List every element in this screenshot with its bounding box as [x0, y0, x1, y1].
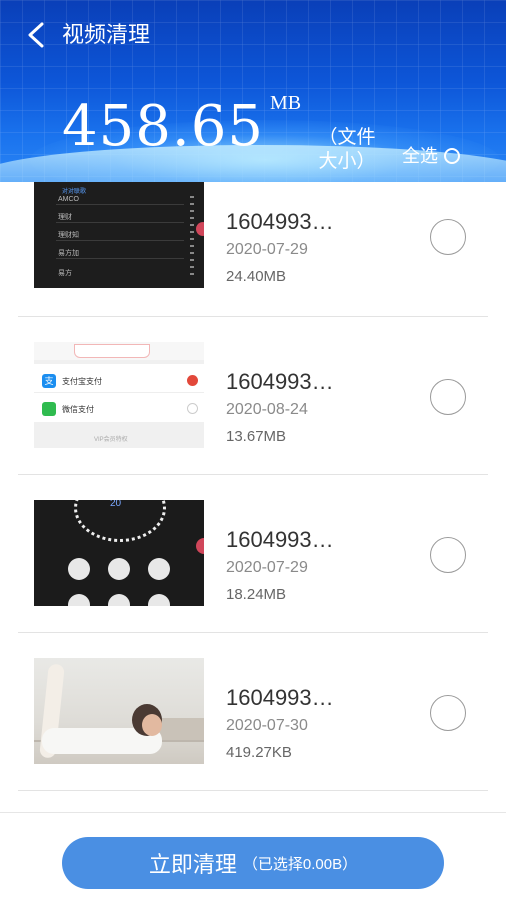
thumb-text: 易方	[58, 270, 72, 277]
thumb-divider	[56, 258, 184, 259]
total-size-value: 458.65	[62, 94, 264, 159]
list-item[interactable]: 支 支付宝支付 微信支付 VIP会员特权 1604993… 2020-08-24…	[18, 316, 488, 475]
item-select-radio[interactable]	[430, 695, 466, 731]
select-all-toggle[interactable]: 全选	[402, 144, 460, 168]
thumb-card	[34, 364, 204, 422]
video-thumbnail[interactable]: 20	[34, 500, 204, 606]
thumb-index-bar	[190, 196, 194, 278]
alipay-icon: 支	[42, 374, 56, 388]
thumb-text: VIP会员特权	[94, 437, 128, 443]
thumb-divider	[56, 240, 184, 241]
thumb-circle	[68, 594, 90, 606]
thumb-circle	[68, 558, 90, 580]
thumb-text: 微信支付	[62, 405, 94, 414]
video-name: 1604993…	[226, 369, 334, 394]
bottom-bar: 立即清理 （已选择0.00B）	[0, 812, 506, 901]
thumb-button	[74, 344, 150, 358]
video-name: 1604993…	[226, 527, 334, 552]
thumb-edge-dot	[196, 538, 204, 554]
thumb-text: 易方加	[58, 250, 79, 257]
thumb-text: AMCO	[58, 196, 79, 203]
item-select-radio[interactable]	[430, 379, 466, 415]
video-thumbnail[interactable]: 支 支付宝支付 微信支付 VIP会员特权	[34, 342, 204, 448]
list-item[interactable]: 1604993… 2020-07-30 419.27KB	[18, 632, 488, 791]
thumb-circle	[108, 558, 130, 580]
video-list[interactable]: 对对联歌 AMCO 理财 理财知 易方加 易方 1604993… 2020-07…	[0, 182, 506, 812]
thumb-divider	[34, 392, 204, 393]
video-size: 24.40MB	[226, 268, 287, 285]
thumb-circle	[148, 558, 170, 580]
video-size: 419.27KB	[226, 744, 292, 761]
list-item[interactable]: 对对联歌 AMCO 理财 理财知 易方加 易方 1604993… 2020-07…	[18, 182, 488, 317]
circle-icon	[187, 403, 198, 414]
thumb-circle	[148, 594, 170, 606]
total-size-label: （文件大小）	[318, 127, 376, 172]
video-size: 13.67MB	[226, 428, 287, 445]
thumb-text: 支付宝支付	[62, 377, 102, 386]
thumb-text: 理财知	[58, 232, 79, 239]
video-date: 2020-07-30	[226, 717, 308, 734]
thumb-text: 理财	[58, 214, 72, 221]
header: 视频清理 458.65 MB （文件大小） 全选	[0, 0, 506, 182]
video-thumbnail[interactable]: 对对联歌 AMCO 理财 理财知 易方加 易方	[34, 182, 204, 288]
radio-circle-icon[interactable]	[444, 148, 460, 164]
video-date: 2020-07-29	[226, 241, 308, 258]
video-name: 1604993…	[226, 209, 334, 234]
video-date: 2020-07-29	[226, 559, 308, 576]
total-size-unit: MB	[270, 92, 302, 114]
item-select-radio[interactable]	[430, 219, 466, 255]
video-date: 2020-08-24	[226, 401, 308, 418]
selected-size-label: （已选择0.00B）	[242, 855, 358, 873]
thumb-text: 对对联歌	[62, 189, 87, 195]
list-item[interactable]: 20 1604993… 2020-07-29 18.24MB	[18, 474, 488, 633]
thumb-edge-dot	[196, 222, 204, 236]
thumb-divider	[56, 204, 184, 205]
thumb-divider	[56, 222, 184, 223]
video-name: 1604993…	[226, 685, 334, 710]
page-title: 视频清理	[62, 22, 151, 47]
thumb-text: 20	[110, 500, 122, 509]
clean-now-label: 立即清理	[148, 852, 237, 877]
check-dot-icon	[187, 375, 198, 386]
thumb-circle	[108, 594, 130, 606]
video-size: 18.24MB	[226, 586, 287, 603]
video-thumbnail[interactable]	[34, 658, 204, 764]
wechat-pay-icon	[42, 402, 56, 416]
clean-now-button[interactable]: 立即清理 （已选择0.00B）	[62, 837, 444, 889]
back-chevron-icon[interactable]	[24, 20, 50, 50]
thumb-figure-face	[142, 714, 162, 736]
item-select-radio[interactable]	[430, 537, 466, 573]
select-all-label: 全选	[402, 146, 438, 166]
